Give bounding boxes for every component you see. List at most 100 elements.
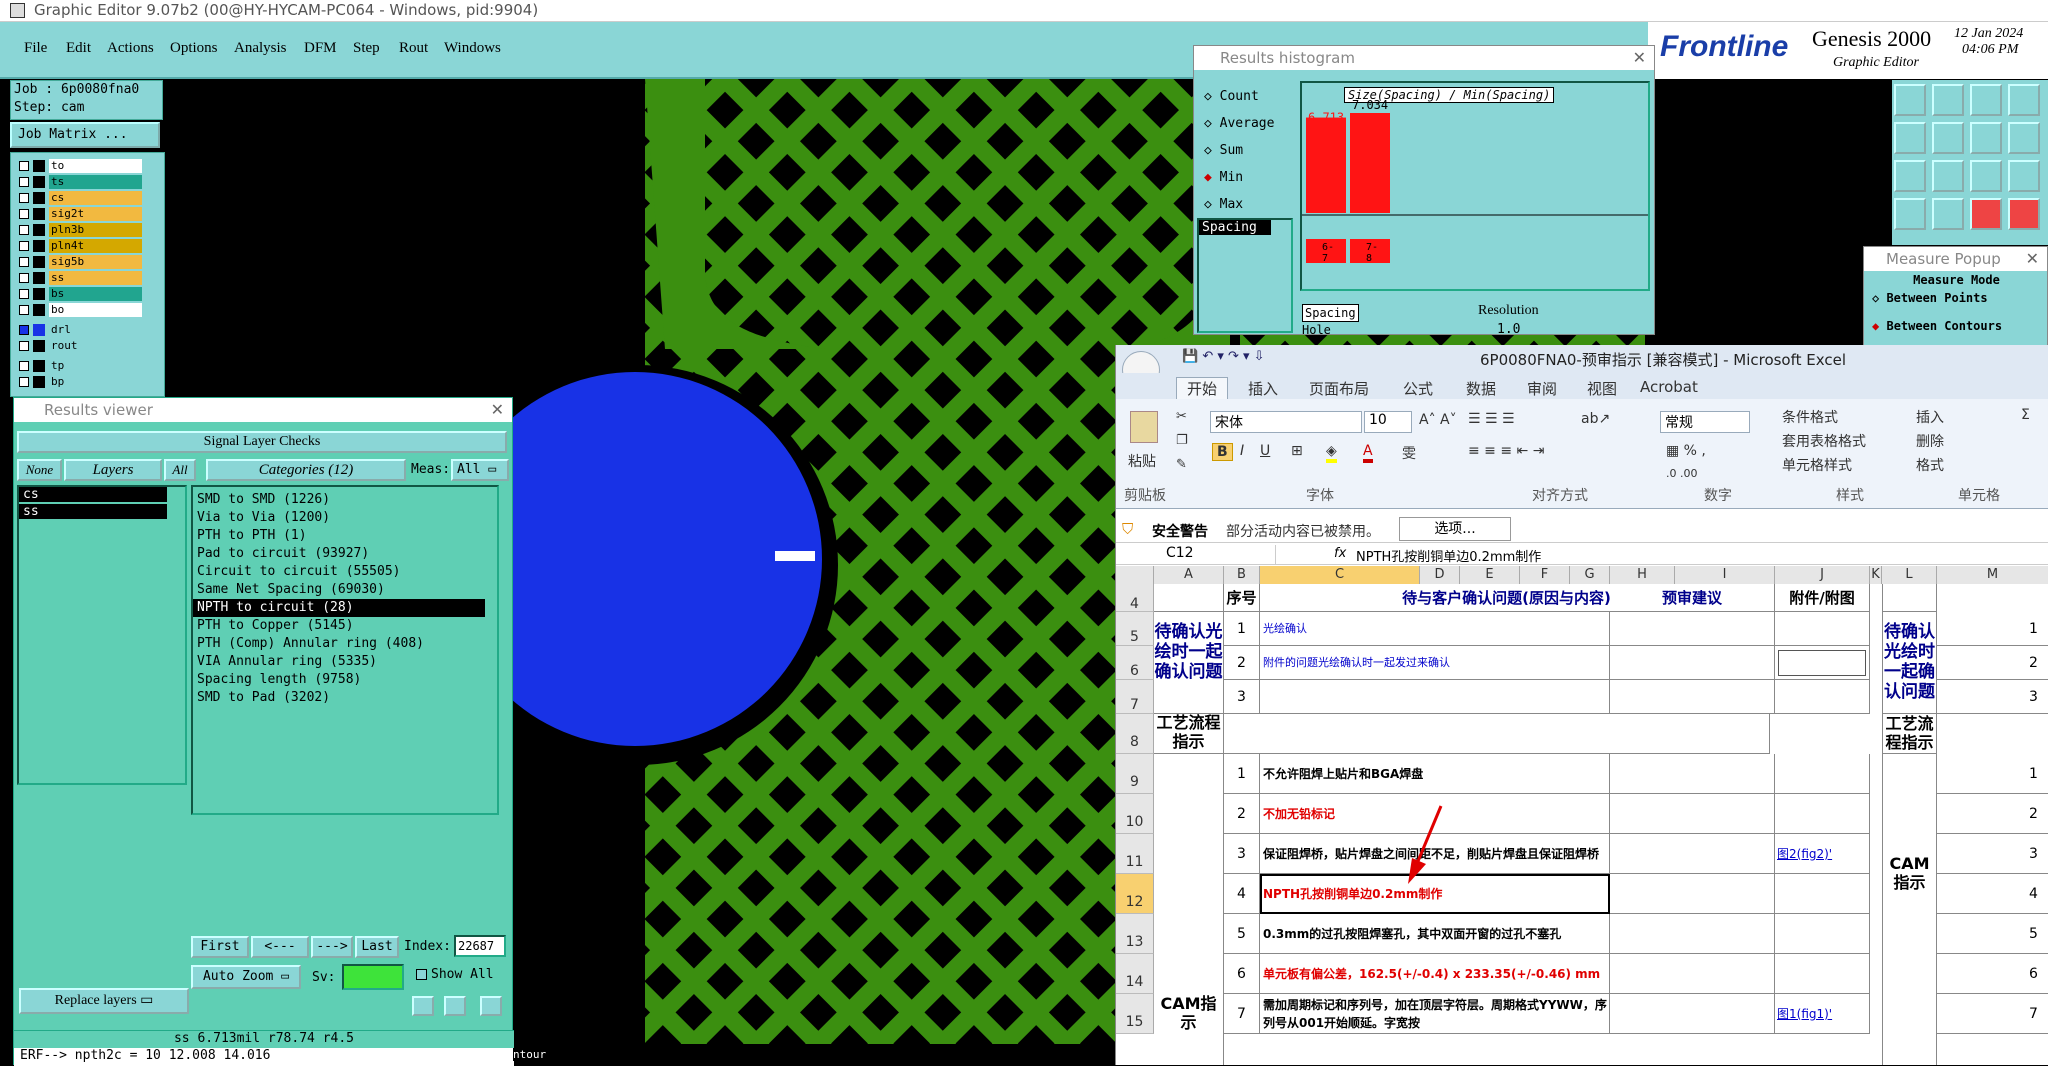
- cell-styles-button[interactable]: 单元格样式: [1782, 455, 1852, 475]
- close-icon[interactable]: ✕: [491, 398, 504, 422]
- insert-cells-button[interactable]: 插入: [1916, 407, 1944, 427]
- menu-edit[interactable]: Edit: [66, 40, 91, 57]
- menu-rout[interactable]: Rout: [399, 40, 428, 57]
- tool-icon[interactable]: [1970, 160, 2002, 192]
- layer-name[interactable]: tp: [49, 359, 142, 373]
- tool-icon[interactable]: [1932, 84, 1964, 116]
- layer-checkbox[interactable]: [19, 341, 29, 351]
- tool-icon[interactable]: [1970, 198, 2002, 230]
- prev-button[interactable]: <---: [251, 936, 309, 958]
- format-painter-icon[interactable]: ✎: [1176, 457, 1187, 472]
- histogram-titlebar[interactable]: Results histogram ✕: [1194, 46, 1654, 70]
- align-left-icon[interactable]: ≡ ≡ ≡ ⇤ ⇥: [1468, 443, 1544, 459]
- category-item[interactable]: Same Net Spacing (69030): [193, 581, 497, 599]
- histogram-bar[interactable]: [1350, 113, 1390, 213]
- layer-row[interactable]: to: [11, 159, 166, 173]
- tab-insert[interactable]: 插入: [1248, 378, 1278, 399]
- auto-zoom-dropdown[interactable]: Auto Zoom ▭: [191, 965, 301, 989]
- tool-icon[interactable]: [412, 996, 434, 1016]
- menu-actions[interactable]: Actions: [107, 40, 154, 57]
- layer-name[interactable]: pln3b: [49, 223, 142, 237]
- tab-page-layout[interactable]: 页面布局: [1309, 378, 1369, 399]
- tool-icon[interactable]: [1970, 122, 2002, 154]
- measure-titlebar[interactable]: Measure Popup ✕: [1864, 247, 2047, 271]
- menu-analysis[interactable]: Analysis: [234, 40, 287, 57]
- histogram-bar[interactable]: [1306, 117, 1346, 213]
- sv-color-picker[interactable]: [342, 964, 404, 990]
- layer-checkbox[interactable]: [19, 193, 29, 203]
- category-item[interactable]: VIA Annular ring (5335): [193, 653, 497, 671]
- job-matrix-button[interactable]: Job Matrix ...: [10, 122, 160, 148]
- close-icon[interactable]: ✕: [1633, 46, 1646, 70]
- list-item[interactable]: Spacing: [1199, 220, 1271, 235]
- excel-titlebar[interactable]: 💾 ↶ ▾ ↷ ▾ ⇩ 6P0080FNA0-预审指示 [兼容模式] - Mic…: [1116, 345, 2048, 389]
- layer-name[interactable]: drl: [49, 323, 142, 337]
- number-format-select[interactable]: 常规: [1660, 411, 1750, 433]
- quick-access-toolbar[interactable]: 💾 ↶ ▾ ↷ ▾ ⇩: [1182, 349, 1265, 364]
- category-item[interactable]: SMD to Pad (3202): [193, 689, 497, 707]
- format-as-table-button[interactable]: 套用表格格式: [1782, 431, 1866, 451]
- layer-name[interactable]: rout: [49, 339, 142, 353]
- tab-formulas[interactable]: 公式: [1403, 378, 1433, 399]
- align-top-icon[interactable]: ☰ ☰ ☰: [1468, 411, 1515, 427]
- average-option[interactable]: ◇ Average: [1204, 110, 1274, 137]
- categories-button[interactable]: Categories (12): [206, 459, 406, 481]
- font-name-select[interactable]: 宋体: [1210, 411, 1362, 433]
- categories-listbox[interactable]: SMD to SMD (1226) Via to Via (1200) PTH …: [191, 485, 499, 815]
- tool-icon[interactable]: [1932, 122, 1964, 154]
- tool-icon[interactable]: [2008, 84, 2040, 116]
- fill-color-icon[interactable]: ◈: [1326, 443, 1337, 463]
- font-color-icon[interactable]: A: [1363, 443, 1373, 463]
- all-button[interactable]: All: [164, 459, 196, 481]
- layer-checkbox[interactable]: [19, 325, 29, 335]
- next-button[interactable]: --->: [311, 936, 353, 958]
- histogram-listbox[interactable]: Spacing: [1197, 218, 1293, 333]
- layer-row[interactable]: sig5b: [11, 255, 166, 269]
- paste-icon[interactable]: [1130, 411, 1158, 443]
- bold-button[interactable]: B: [1212, 443, 1233, 461]
- category-item[interactable]: SMD to SMD (1226): [193, 491, 497, 509]
- name-box[interactable]: C12: [1116, 545, 1276, 565]
- tab-home[interactable]: 开始: [1176, 377, 1229, 399]
- results-viewer-titlebar[interactable]: Results viewer ✕: [14, 398, 512, 422]
- category-item[interactable]: PTH to Copper (5145): [193, 617, 497, 635]
- none-button[interactable]: None: [17, 459, 62, 481]
- delete-cells-button[interactable]: 删除: [1916, 431, 1944, 451]
- list-item[interactable]: ss: [19, 504, 167, 519]
- border-icon[interactable]: ⊞: [1291, 443, 1303, 459]
- layer-checkbox[interactable]: [19, 377, 29, 387]
- font-size-select[interactable]: 10: [1364, 411, 1412, 433]
- grow-font-icon[interactable]: A˄ A˅: [1419, 412, 1457, 428]
- index-input[interactable]: 22687: [454, 935, 506, 957]
- tool-icon[interactable]: [1932, 198, 1964, 230]
- sheet-grid[interactable]: A B C D E F G H I J K L M 4 5 6 7 8 9 10…: [1116, 566, 2048, 1065]
- menu-step[interactable]: Step: [353, 40, 380, 57]
- row-spacing[interactable]: Spacing: [1302, 304, 1359, 322]
- layer-checkbox[interactable]: [19, 209, 29, 219]
- between-points-option[interactable]: ◇ Between Points: [1872, 291, 1988, 305]
- layer-row[interactable]: bs: [11, 287, 166, 301]
- layer-row[interactable]: rout: [11, 339, 166, 353]
- category-item[interactable]: Pad to circuit (93927): [193, 545, 497, 563]
- layer-name[interactable]: bo: [49, 303, 142, 317]
- category-item[interactable]: PTH (Comp) Annular ring (408): [193, 635, 497, 653]
- list-item[interactable]: cs: [19, 487, 167, 502]
- meas-dropdown[interactable]: All ▭: [451, 459, 509, 481]
- layer-row[interactable]: bo: [11, 303, 166, 317]
- category-item[interactable]: Circuit to circuit (55505): [193, 563, 497, 581]
- last-button[interactable]: Last: [355, 936, 399, 958]
- tool-icon[interactable]: [1970, 84, 2002, 116]
- options-button[interactable]: 选项...: [1399, 517, 1511, 541]
- layer-name[interactable]: ts: [49, 175, 142, 189]
- close-icon[interactable]: ✕: [2026, 247, 2039, 271]
- layer-checkbox[interactable]: [19, 241, 29, 251]
- layer-row[interactable]: sig2t: [11, 207, 166, 221]
- replace-layers-dropdown[interactable]: Replace layers ▭: [19, 988, 189, 1014]
- tool-icon[interactable]: [1894, 198, 1926, 230]
- layer-name[interactable]: sig5b: [49, 255, 142, 269]
- layer-checkbox[interactable]: [19, 257, 29, 267]
- layer-row[interactable]: bp: [11, 375, 166, 389]
- layer-checkbox[interactable]: [19, 177, 29, 187]
- copy-icon[interactable]: ❐: [1176, 433, 1188, 448]
- max-option[interactable]: ◇ Max: [1204, 191, 1274, 218]
